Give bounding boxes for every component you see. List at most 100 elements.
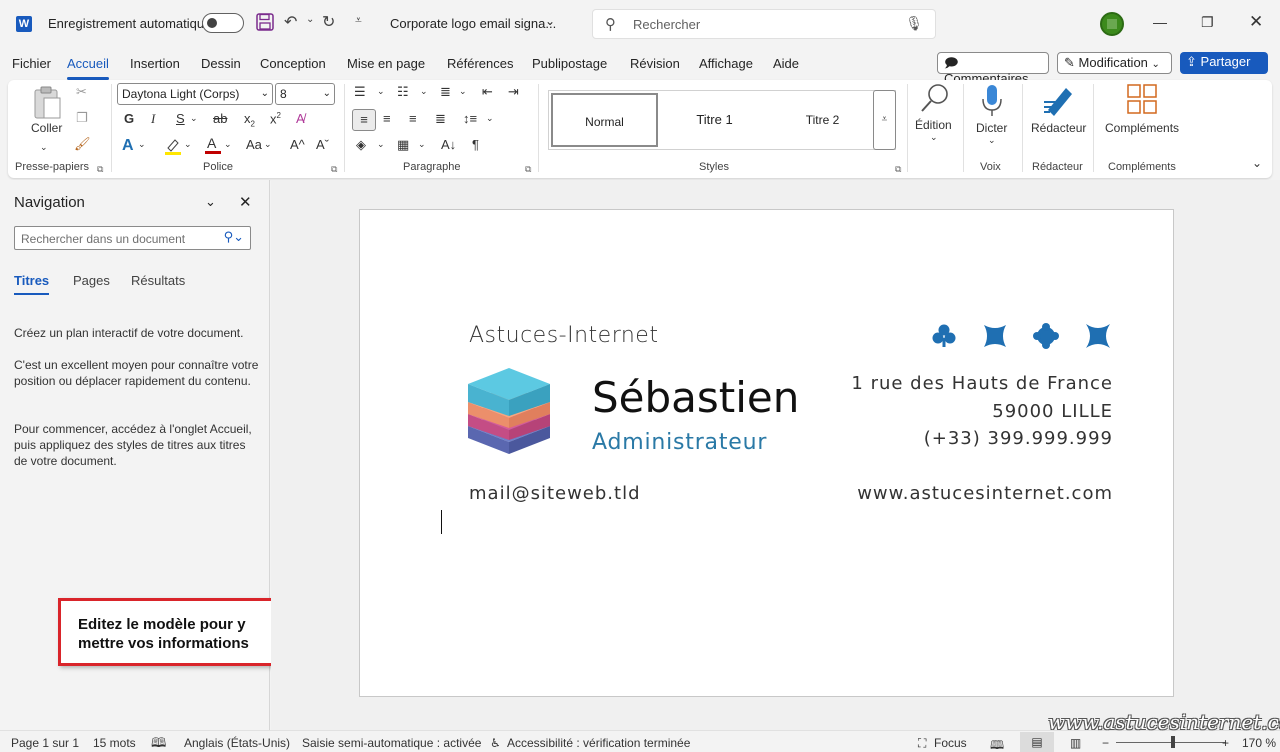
microphone-icon[interactable]: 🎙 (905, 15, 923, 32)
minimize-icon[interactable]: — (1153, 14, 1167, 30)
signature-role[interactable]: Administrateur (592, 430, 767, 455)
edition-dropdown-icon[interactable]: ⌄ (930, 132, 938, 143)
search-input[interactable]: ⚲ Rechercher 🎙 (592, 9, 936, 39)
tab-revision[interactable]: Révision (630, 56, 680, 71)
format-painter-icon[interactable]: 🖌 (74, 136, 91, 152)
grow-font-icon[interactable]: A^ (290, 137, 305, 152)
shading-icon[interactable]: ◈ (356, 137, 366, 153)
increase-indent-icon[interactable]: ⇥ (508, 84, 519, 100)
print-layout-icon[interactable]: ▤ (1020, 732, 1054, 752)
restore-icon[interactable]: ❐ (1201, 14, 1214, 31)
autosave-toggle[interactable] (202, 13, 244, 33)
styles-launcher-icon[interactable]: ⧉ (895, 164, 901, 175)
signature-phone[interactable]: (+33) 399.999.999 (924, 428, 1113, 449)
chevron-down-icon[interactable]: ⌄ (545, 14, 555, 28)
signature-website[interactable]: www.astucesinternet.com (857, 483, 1113, 504)
zoom-in-icon[interactable]: + (1222, 736, 1229, 750)
clipboard-launcher-icon[interactable]: ⧉ (97, 164, 103, 175)
tab-aide[interactable]: Aide (773, 56, 799, 71)
font-color-icon[interactable]: A (204, 135, 222, 158)
tab-conception[interactable]: Conception (260, 56, 326, 71)
multilevel-dropdown-icon[interactable]: ⌄ (459, 86, 467, 97)
editor-button[interactable] (1042, 84, 1076, 121)
save-icon[interactable] (256, 13, 274, 36)
subscript-icon[interactable]: x2 (244, 111, 255, 129)
italic-icon[interactable]: I (151, 111, 155, 127)
undo-icon[interactable]: ↶ (284, 12, 297, 32)
align-left-icon[interactable]: ≡ (352, 109, 376, 131)
zoom-out-icon[interactable]: − (1102, 736, 1109, 750)
shading-dropdown-icon[interactable]: ⌄ (377, 139, 385, 150)
signature-company[interactable]: Astuces-Internet (469, 323, 658, 348)
style-normal[interactable]: Normal (551, 93, 658, 147)
status-page[interactable]: Page 1 sur 1 (11, 736, 79, 750)
dictate-button[interactable] (981, 84, 1003, 121)
tab-accueil[interactable]: Accueil (67, 56, 109, 80)
bullets-dropdown-icon[interactable]: ⌄ (377, 86, 385, 97)
justify-icon[interactable]: ≣ (435, 111, 446, 127)
borders-dropdown-icon[interactable]: ⌄ (418, 139, 426, 150)
signature-address-line2[interactable]: 59000 LILLE (992, 401, 1113, 422)
tab-insertion[interactable]: Insertion (130, 56, 180, 71)
strikethrough-icon[interactable]: ab (213, 111, 227, 126)
read-mode-icon[interactable]: 🕮 (990, 736, 1004, 752)
change-case-dropdown-icon[interactable]: ⌄ (264, 139, 272, 150)
highlight-dropdown-icon[interactable]: ⌄ (184, 139, 192, 150)
change-case-icon[interactable]: Aa (246, 137, 262, 152)
edition-button[interactable] (920, 82, 952, 117)
web-layout-icon[interactable]: ▥ (1070, 736, 1081, 750)
text-effects-dropdown-icon[interactable]: ⌄ (138, 139, 146, 150)
highlight-icon[interactable] (164, 137, 182, 158)
paste-button[interactable] (32, 86, 62, 123)
avatar[interactable] (1100, 12, 1124, 36)
customize-qat-icon[interactable]: ⩡ (355, 13, 362, 28)
close-icon[interactable]: ✕ (1249, 12, 1263, 32)
tab-fichier[interactable]: Fichier (12, 56, 51, 71)
clear-formatting-icon[interactable]: A̸ (296, 111, 305, 126)
decrease-indent-icon[interactable]: ⇤ (482, 84, 493, 100)
comments-button[interactable]: 🗩 Commentaires (937, 52, 1049, 86)
tab-affichage[interactable]: Affichage (699, 56, 753, 71)
font-color-dropdown-icon[interactable]: ⌄ (224, 139, 232, 150)
signature-address-line1[interactable]: 1 rue des Hauts de France (851, 373, 1113, 394)
status-words[interactable]: 15 mots (93, 736, 136, 750)
document-page[interactable]: Astuces-Internet Sébastien Administrateu… (359, 209, 1174, 697)
collapse-ribbon-icon[interactable]: ⌄ (1252, 156, 1262, 170)
tab-mise-en-page[interactable]: Mise en page (347, 56, 425, 71)
document-title[interactable]: Corporate logo email signa... (390, 16, 556, 31)
bold-icon[interactable]: G (124, 111, 134, 126)
share-button[interactable]: ⇪ Partager ⌄ (1180, 52, 1268, 85)
line-spacing-dropdown-icon[interactable]: ⌄ (486, 113, 494, 124)
font-name-combo[interactable]: Daytona Light (Corps) ⌄ (117, 83, 273, 105)
style-titre-2[interactable]: Titre 2 (769, 93, 876, 147)
bullets-icon[interactable]: ☰ (354, 84, 366, 100)
search-icon[interactable]: ⚲⌄ (224, 229, 244, 245)
tab-references[interactable]: Références (447, 56, 513, 71)
style-titre-1[interactable]: Titre 1 (661, 93, 768, 147)
paste-dropdown-icon[interactable]: ⌄ (40, 142, 48, 153)
sort-icon[interactable]: A↓ (441, 137, 456, 152)
line-spacing-icon[interactable]: ↕≡ (463, 111, 477, 126)
proofing-book-icon[interactable]: 🕮 (151, 734, 166, 752)
nav-tab-resultats[interactable]: Résultats (131, 273, 185, 288)
cut-icon[interactable]: ✂ (76, 84, 87, 100)
addins-button[interactable] (1127, 84, 1157, 117)
align-center-icon[interactable]: ≡ (383, 111, 391, 126)
tab-dessin[interactable]: Dessin (201, 56, 241, 71)
status-autocomplete[interactable]: Saisie semi-automatique : activée (302, 736, 481, 750)
status-language[interactable]: Anglais (États-Unis) (184, 736, 290, 750)
status-zoom[interactable]: 170 % (1242, 736, 1276, 750)
nav-tab-titres[interactable]: Titres (14, 273, 50, 295)
superscript-icon[interactable]: x2 (270, 111, 281, 126)
editing-mode-button[interactable]: ✎ Modification ⌄ (1057, 52, 1172, 74)
zoom-slider-thumb[interactable] (1171, 736, 1175, 748)
chevron-down-icon[interactable]: ⌄ (205, 194, 216, 210)
tab-publipostage[interactable]: Publipostage (532, 56, 607, 71)
font-size-combo[interactable]: 8 ⌄ (275, 83, 335, 105)
status-focus[interactable]: Focus (934, 736, 967, 750)
text-effects-icon[interactable]: A (122, 137, 134, 155)
signature-email[interactable]: mail@siteweb.tld (469, 483, 641, 504)
multilevel-list-icon[interactable]: ≣ (440, 84, 451, 100)
underline-dropdown-icon[interactable]: ⌄ (190, 113, 198, 124)
undo-dropdown-icon[interactable]: ⌄ (306, 14, 314, 25)
